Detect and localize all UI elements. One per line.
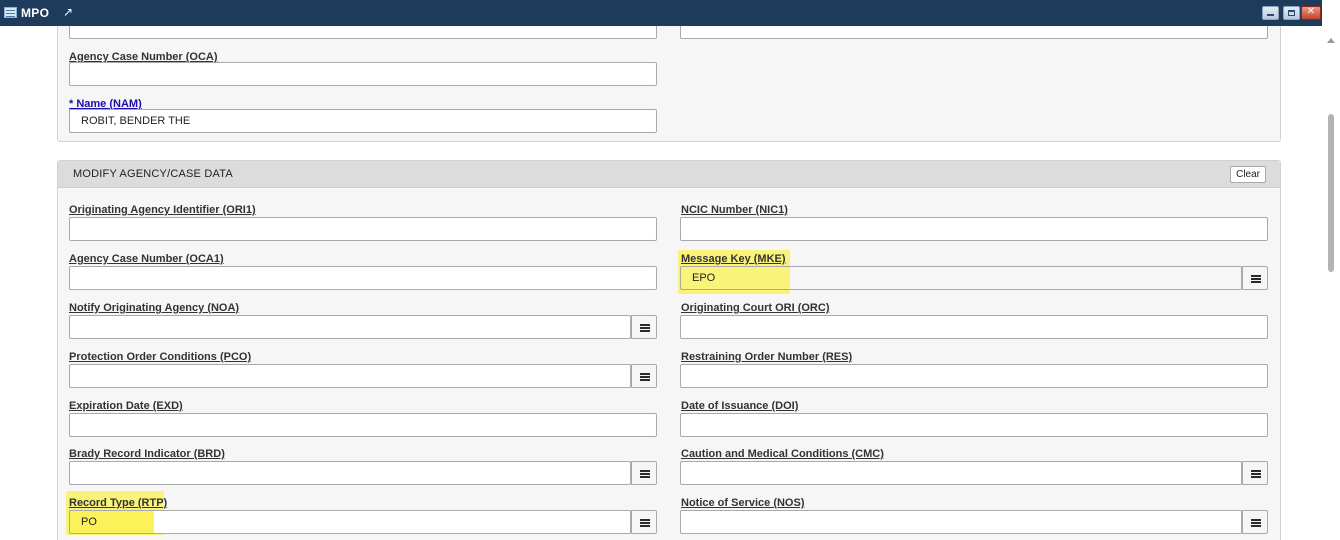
clear-button[interactable]: Clear — [1230, 166, 1266, 183]
window-titlebar: MPO ↗ — [0, 0, 1322, 26]
modify-agency-case-panel: MODIFY AGENCY/CASE DATA Clear Originatin… — [57, 160, 1281, 540]
brd-list-button[interactable] — [631, 461, 657, 485]
list-icon — [640, 470, 650, 478]
prior-field-right[interactable] — [680, 26, 1268, 39]
prior-field-left[interactable] — [69, 26, 657, 39]
brd-label: Brady Record Indicator (BRD) — [69, 448, 225, 460]
doi-label: Date of Issuance (DOI) — [681, 400, 799, 412]
rtp-field[interactable]: PO — [69, 510, 631, 534]
maximize-button[interactable] — [1283, 6, 1300, 20]
ori1-field[interactable] — [69, 217, 657, 241]
noa-field[interactable] — [69, 315, 631, 339]
noa-list-button[interactable] — [631, 315, 657, 339]
res-field[interactable] — [680, 364, 1268, 388]
mke-label: Message Key (MKE) — [681, 253, 786, 265]
doi-field[interactable] — [680, 413, 1268, 437]
exd-field[interactable] — [69, 413, 657, 437]
mke-field[interactable]: EPO — [680, 266, 1242, 290]
panel-header: MODIFY AGENCY/CASE DATA Clear — [58, 161, 1280, 188]
list-icon — [1251, 519, 1261, 527]
minimize-button[interactable] — [1262, 6, 1279, 20]
scrollbar-thumb[interactable] — [1328, 114, 1334, 272]
form-scroll-area: Agency Case Number (OCA) * Name (NAM) RO… — [0, 26, 1322, 540]
app-icon — [4, 7, 17, 18]
list-icon — [640, 519, 650, 527]
nam-field[interactable]: ROBIT, BENDER THE — [69, 109, 657, 133]
close-button[interactable] — [1301, 6, 1321, 20]
noa-label: Notify Originating Agency (NOA) — [69, 302, 240, 314]
oca1-field[interactable] — [69, 266, 657, 290]
cmc-field[interactable] — [680, 461, 1242, 485]
list-icon — [1251, 275, 1261, 283]
orc-label: Originating Court ORI (ORC) — [681, 302, 830, 314]
rtp-label: Record Type (RTP) — [69, 497, 168, 509]
pco-list-button[interactable] — [631, 364, 657, 388]
list-icon — [1251, 470, 1261, 478]
pco-label: Protection Order Conditions (PCO) — [69, 351, 252, 363]
nos-field[interactable] — [680, 510, 1242, 534]
vertical-scrollbar[interactable] — [1322, 26, 1340, 540]
brd-field[interactable] — [69, 461, 631, 485]
res-label: Restraining Order Number (RES) — [681, 351, 853, 363]
exd-label: Expiration Date (EXD) — [69, 400, 183, 412]
mke-list-button[interactable] — [1242, 266, 1268, 290]
ori1-label: Originating Agency Identifier (ORI1) — [69, 204, 256, 216]
arrow-up-icon[interactable] — [1327, 38, 1335, 43]
oca-field[interactable] — [69, 62, 657, 86]
external-link-icon[interactable]: ↗ — [63, 5, 77, 19]
rtp-list-button[interactable] — [631, 510, 657, 534]
window-title: MPO — [21, 6, 50, 20]
oca1-label: Agency Case Number (OCA1) — [69, 253, 224, 265]
nos-list-button[interactable] — [1242, 510, 1268, 534]
list-icon — [640, 324, 650, 332]
panel-title: MODIFY AGENCY/CASE DATA — [73, 168, 233, 180]
nos-label: Notice of Service (NOS) — [681, 497, 805, 509]
orc-field[interactable] — [680, 315, 1268, 339]
nic1-field[interactable] — [680, 217, 1268, 241]
pco-field[interactable] — [69, 364, 631, 388]
cmc-list-button[interactable] — [1242, 461, 1268, 485]
list-icon — [640, 373, 650, 381]
cmc-label: Caution and Medical Conditions (CMC) — [681, 448, 884, 460]
nic1-label: NCIC Number (NIC1) — [681, 204, 788, 216]
name-panel: Agency Case Number (OCA) * Name (NAM) RO… — [57, 26, 1281, 142]
